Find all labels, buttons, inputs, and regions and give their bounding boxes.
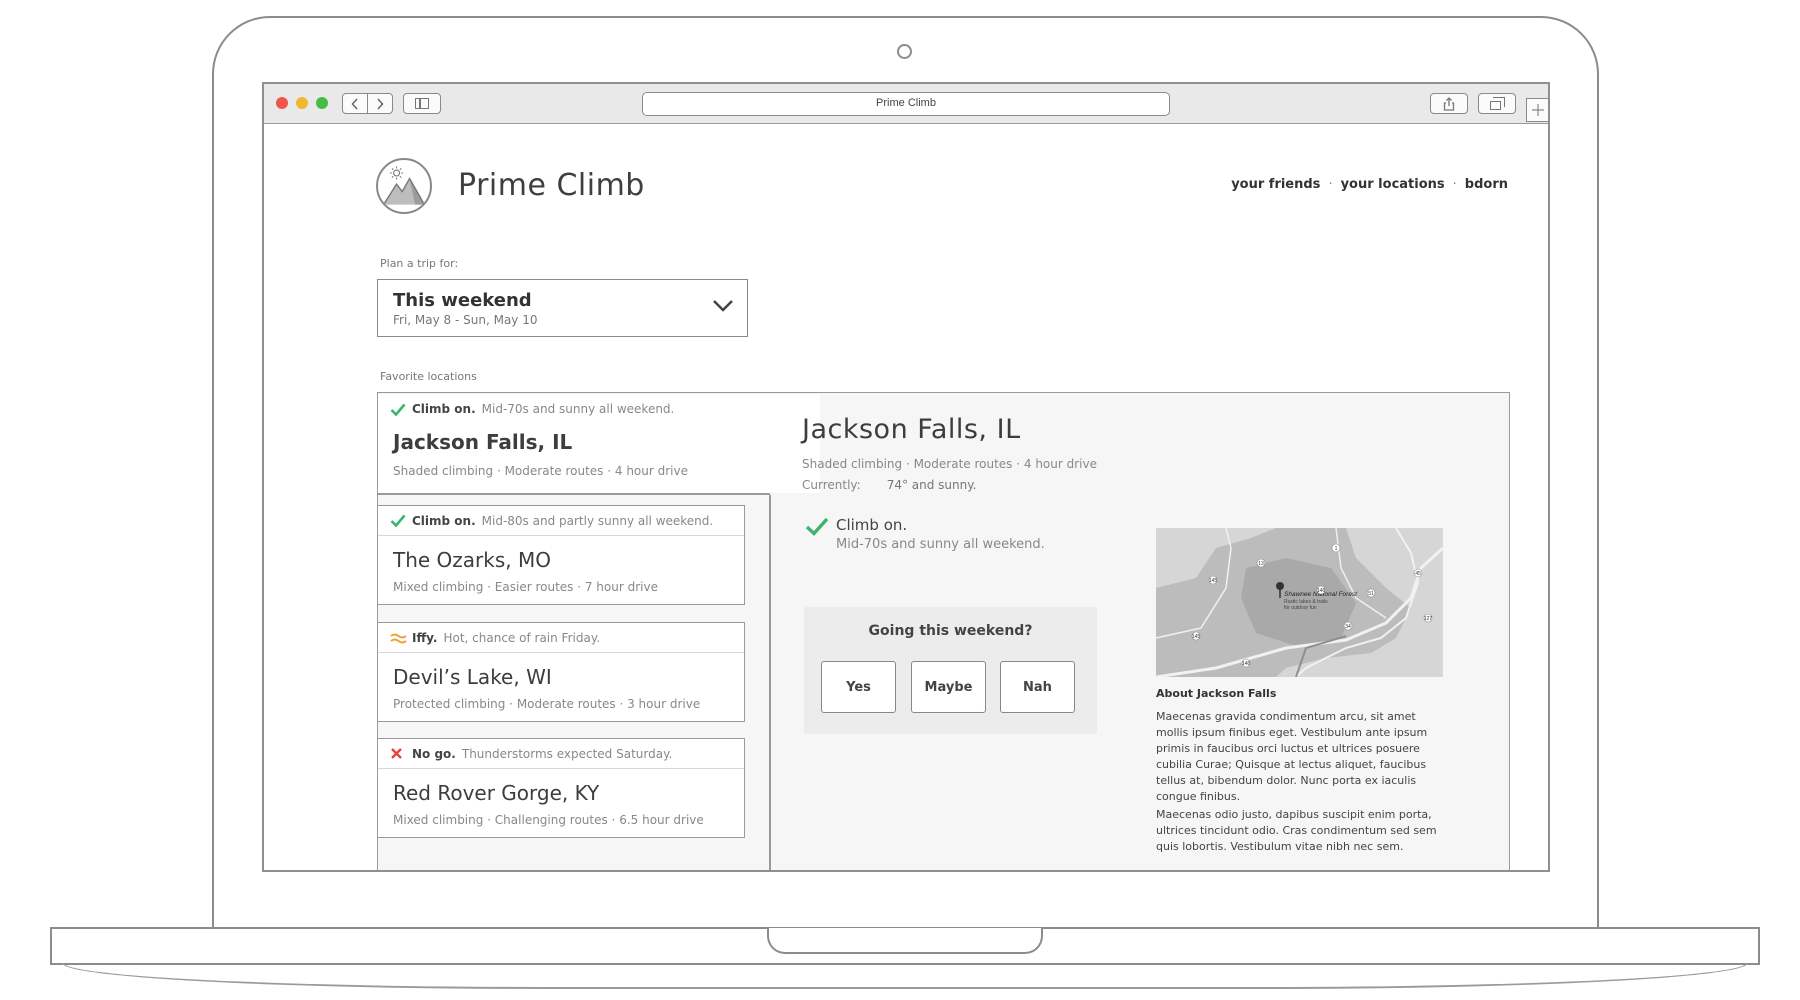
chevron-right-icon xyxy=(377,97,384,110)
detail-title: Jackson Falls, IL xyxy=(802,414,1021,445)
sidebar-icon xyxy=(415,98,429,109)
location-name: Jackson Falls, IL xyxy=(393,430,573,454)
map-route-number: 127 xyxy=(1424,616,1433,622)
share-icon xyxy=(1443,96,1455,111)
tabs-button[interactable] xyxy=(1478,93,1516,114)
x-icon xyxy=(391,748,402,759)
back-button[interactable] xyxy=(342,93,368,114)
nav-separator: · xyxy=(1328,177,1333,192)
favorites-label: Favorite locations xyxy=(380,370,477,383)
map-route-number: 146 xyxy=(1317,588,1326,594)
location-status: Iffy. Hot, chance of rain Friday. xyxy=(378,623,744,653)
laptop-base-edge xyxy=(62,963,1748,989)
selected-card-border xyxy=(769,495,771,870)
trip-label: Plan a trip for: xyxy=(380,257,459,270)
trip-dropdown-dates: Fri, May 8 - Sun, May 10 xyxy=(393,313,538,327)
status-text: Thunderstorms expected Saturday. xyxy=(461,746,673,761)
status-text: Mid-70s and sunny all weekend. xyxy=(481,402,675,416)
address-bar[interactable]: Prime Climb xyxy=(642,92,1170,116)
nav-link-user[interactable]: bdorn xyxy=(1465,177,1508,192)
current-value: 74° and sunny. xyxy=(886,478,977,492)
chevron-down-icon xyxy=(713,300,733,312)
map-route-number: 13 xyxy=(1258,561,1264,567)
camera-icon xyxy=(897,44,912,59)
close-window-icon[interactable] xyxy=(276,97,288,109)
current-label: Currently: xyxy=(802,478,861,492)
detail-status-label: Climb on. xyxy=(836,516,908,534)
trip-dropdown-title: This weekend xyxy=(393,290,532,311)
location-name: The Ozarks, MO xyxy=(393,548,551,572)
map-sublabel: for outdoor fun xyxy=(1284,605,1317,611)
nav-separator: · xyxy=(1452,177,1457,192)
brand-name: Prime Climb xyxy=(458,168,645,203)
map-route-number: 45 xyxy=(1415,571,1421,577)
about-paragraph: Maecenas gravida condimentum arcu, sit a… xyxy=(1156,710,1428,803)
location-status: Climb on. Mid-80s and partly sunny all w… xyxy=(378,506,744,536)
location-meta: Shaded climbing · Moderate routes · 4 ho… xyxy=(393,464,688,478)
sidebar-button[interactable] xyxy=(403,93,441,114)
location-card-selected[interactable]: Climb on. Mid-70s and sunny all weekend.… xyxy=(378,394,820,493)
new-tab-button[interactable] xyxy=(1526,98,1548,122)
detail-status-desc: Mid-70s and sunny all weekend. xyxy=(836,537,1045,552)
yes-button[interactable]: Yes xyxy=(821,661,896,713)
about-title: About Jackson Falls xyxy=(1156,687,1277,700)
location-name: Red Rover Gorge, KY xyxy=(393,781,600,805)
nah-button[interactable]: Nah xyxy=(1000,661,1075,713)
detail-current-weather: Currently: 74° and sunny. xyxy=(802,478,976,492)
location-meta: Mixed climbing · Challenging routes · 6.… xyxy=(393,813,704,827)
location-status: No go. Thunderstorms expected Saturday. xyxy=(378,739,744,769)
detail-meta: Shaded climbing · Moderate routes · 4 ho… xyxy=(802,457,1097,471)
location-card[interactable]: Climb on. Mid-80s and partly sunny all w… xyxy=(377,505,745,605)
forward-button[interactable] xyxy=(367,93,393,114)
nav-link-your-friends[interactable]: your friends xyxy=(1231,177,1320,192)
check-icon xyxy=(390,403,406,416)
location-card[interactable]: Iffy. Hot, chance of rain Friday. Devil’… xyxy=(377,622,745,722)
selected-card-border xyxy=(378,493,770,495)
location-meta: Protected climbing · Moderate routes · 3… xyxy=(393,697,701,711)
nav-link-your-locations[interactable]: your locations xyxy=(1341,177,1445,192)
check-icon xyxy=(805,517,829,536)
status-label: Climb on. xyxy=(412,402,476,416)
map-route-number: 34 xyxy=(1345,624,1351,630)
map-route-number: 145 xyxy=(1209,578,1218,584)
tabs-icon xyxy=(1489,97,1505,110)
rsvp-box: Going this weekend? Yes Maybe Nah xyxy=(804,607,1097,734)
status-label: Climb on. xyxy=(412,513,476,528)
chevron-left-icon xyxy=(351,97,358,110)
about-paragraph: Maecenas odio justo, dapibus suscipit en… xyxy=(1156,808,1437,853)
minimize-window-icon[interactable] xyxy=(296,97,308,109)
browser-toolbar: Prime Climb xyxy=(264,84,1548,124)
map-graphic: Shawnee National Forest Rustic lakes & t… xyxy=(1156,528,1443,677)
zoom-window-icon[interactable] xyxy=(316,97,328,109)
location-meta: Mixed climbing · Easier routes · 7 hour … xyxy=(393,580,658,594)
map-route-number: 145 xyxy=(1192,634,1201,640)
status-label: Iffy. xyxy=(412,630,438,645)
wave-icon xyxy=(390,633,407,643)
mountain-sun-icon xyxy=(382,166,426,205)
app-logo[interactable] xyxy=(376,158,432,214)
trip-dropdown[interactable]: This weekend Fri, May 8 - Sun, May 10 xyxy=(377,279,748,337)
browser-window: Prime Climb Prime Climb your friends · y… xyxy=(262,82,1550,872)
plus-icon xyxy=(1532,104,1544,116)
maybe-button[interactable]: Maybe xyxy=(911,661,986,713)
map-route-number: 146 xyxy=(1242,661,1251,667)
map-route-number: 1 xyxy=(1335,546,1338,552)
rsvp-title: Going this weekend? xyxy=(868,623,1033,639)
status-label: No go. xyxy=(412,746,456,761)
laptop-notch xyxy=(767,928,1043,954)
top-nav: your friends · your locations · bdorn xyxy=(1231,177,1508,192)
status-text: Hot, chance of rain Friday. xyxy=(443,630,601,645)
location-status: Climb on. Mid-70s and sunny all weekend. xyxy=(378,394,820,424)
check-icon xyxy=(390,514,406,527)
location-name: Devil’s Lake, WI xyxy=(393,665,552,689)
map-route-number: 51 xyxy=(1368,591,1374,597)
location-card[interactable]: No go. Thunderstorms expected Saturday. … xyxy=(377,738,745,838)
location-map[interactable]: Shawnee National Forest Rustic lakes & t… xyxy=(1156,528,1443,677)
share-button[interactable] xyxy=(1430,93,1468,114)
status-text: Mid-80s and partly sunny all weekend. xyxy=(481,513,714,528)
